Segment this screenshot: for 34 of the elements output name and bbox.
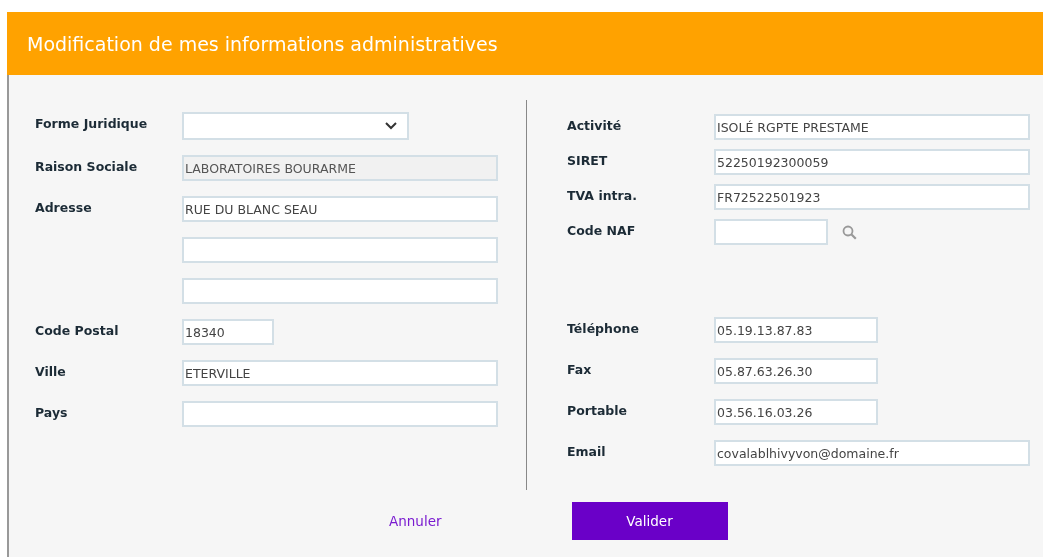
submit-button[interactable]: Valider [571, 502, 728, 540]
field-label: Code Postal [35, 322, 120, 340]
field-label: Téléphone [567, 320, 640, 338]
field-label: Raison Sociale [35, 158, 139, 176]
input-field[interactable]: 18340 [182, 319, 274, 345]
input-field[interactable]: 05.19.13.87.83 [714, 317, 878, 343]
field-label: Forme Juridique [35, 115, 149, 133]
field-label: Pays [35, 404, 69, 422]
select-field[interactable] [182, 112, 409, 140]
search-icon[interactable] [842, 224, 857, 240]
input-field[interactable] [182, 401, 498, 427]
input-field[interactable] [182, 278, 498, 304]
input-field[interactable]: ETERVILLE [182, 360, 498, 386]
dialog-title: Modification de mes informations administratives [27, 32, 498, 55]
input-field[interactable]: 52250192300059 [714, 149, 1030, 175]
field-label: Code NAF [567, 222, 637, 240]
input-field[interactable] [714, 219, 828, 245]
field-label: TVA intra. [567, 187, 638, 205]
input-field[interactable] [182, 237, 498, 263]
chevron-down-icon [385, 122, 397, 130]
input-field[interactable]: 03.56.16.03.26 [714, 399, 878, 425]
field-label: Adresse [35, 199, 93, 217]
input-field[interactable]: covalablhivyvon@domaine.fr [714, 440, 1030, 466]
input-field[interactable]: 05.87.63.26.30 [714, 358, 878, 384]
field-label: Email [567, 443, 607, 461]
field-label: SIRET [567, 152, 609, 170]
field-label: Activité [567, 117, 623, 135]
field-label: Portable [567, 402, 629, 420]
field-label: Fax [567, 361, 593, 379]
input-field[interactable]: RUE DU BLANC SEAU [182, 196, 498, 222]
cancel-link[interactable]: Annuler [385, 509, 446, 533]
input-field[interactable]: FR72522501923 [714, 184, 1030, 210]
input-field[interactable]: ISOLÉ RGPTE PRESTAME [714, 114, 1030, 140]
field-label: Ville [35, 363, 67, 381]
